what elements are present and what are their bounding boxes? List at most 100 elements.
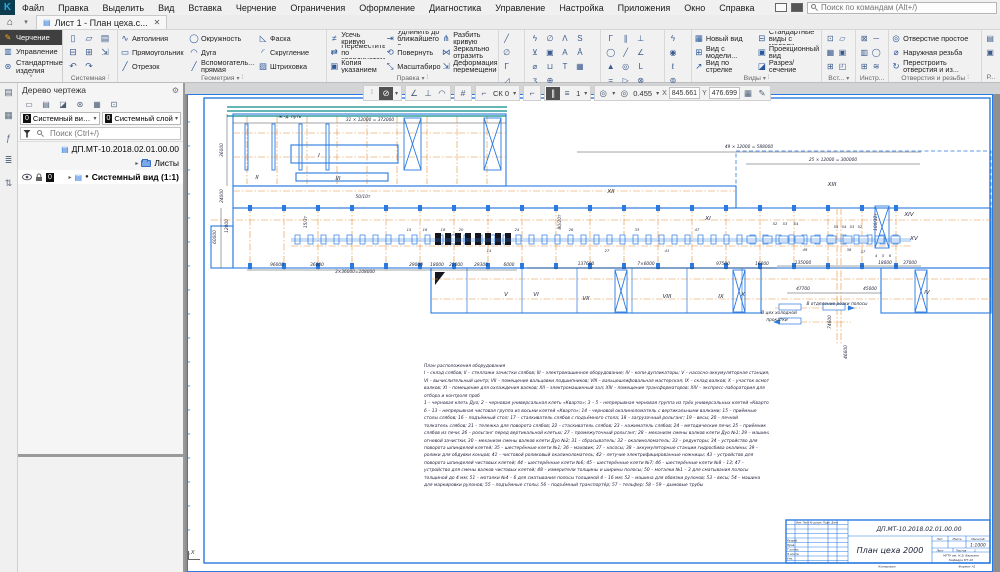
ribbon-button[interactable]: ◎Отверстие простое bbox=[891, 31, 981, 45]
menu-item[interactable]: Черчение bbox=[229, 1, 284, 15]
app-logo-icon[interactable]: K bbox=[0, 0, 15, 15]
ribbon-button[interactable]: ◠Дуга bbox=[189, 45, 258, 59]
zoom-tool-icon[interactable]: ◎ bbox=[596, 87, 610, 100]
tool-icon[interactable]: ⊠ bbox=[858, 31, 870, 45]
ribbon-button[interactable]: ⊟Стандартные виды с модели... bbox=[757, 31, 820, 45]
tool-icon[interactable]: ◉ bbox=[667, 45, 679, 59]
tool-icon[interactable]: ◎ bbox=[618, 59, 633, 73]
document-tab[interactable]: ▤ Лист 1 - План цеха.c... ✕ bbox=[36, 15, 167, 29]
style-palette-icon[interactable]: ▦ bbox=[741, 87, 755, 100]
tool-icon[interactable]: ⊥ bbox=[633, 31, 648, 45]
menu-item[interactable]: Диагностика bbox=[422, 1, 488, 15]
tool-icon[interactable]: ∅ bbox=[542, 31, 557, 45]
tool-icon[interactable]: ⊞ bbox=[824, 59, 836, 73]
eye-icon[interactable] bbox=[22, 173, 32, 181]
tool-icon[interactable]: ─ bbox=[870, 31, 882, 45]
ribbon-button[interactable]: ⌀Наружная резьба bbox=[891, 45, 981, 59]
coordinate-system-selector[interactable]: ⌐ СК 0 ▾ bbox=[475, 85, 520, 101]
chevron-down-icon[interactable]: ▾ bbox=[763, 75, 766, 82]
tool-icon[interactable]: Ā bbox=[572, 45, 587, 59]
menu-item[interactable]: Вставка bbox=[181, 1, 228, 15]
tool-icon[interactable]: T bbox=[557, 59, 572, 73]
ribbon-tab-standard-parts[interactable]: ⊛ Стандартные изделия bbox=[0, 59, 62, 74]
filter-icon[interactable] bbox=[23, 130, 31, 138]
close-icon[interactable]: ✕ bbox=[154, 18, 161, 27]
panel-icon[interactable]: ▦ bbox=[4, 110, 13, 121]
tool-icon[interactable]: ⌀ bbox=[527, 59, 542, 73]
menu-item[interactable]: Управление bbox=[488, 1, 552, 15]
panel-tool-icon[interactable]: ◪ bbox=[56, 100, 70, 109]
tool-icon[interactable]: ↶ bbox=[65, 59, 81, 73]
corner-mode-icon[interactable]: ⌐ bbox=[525, 87, 539, 100]
ribbon-button[interactable]: ⇲Деформация перемещением bbox=[441, 59, 497, 73]
ribbon-button[interactable]: ∿Автолиния bbox=[120, 31, 189, 45]
ribbon-button[interactable]: ≠Усечь кривую bbox=[329, 31, 385, 45]
panel-tool-icon[interactable]: ⊛ bbox=[73, 100, 87, 109]
ribbon-button[interactable]: ▨Штриховка bbox=[258, 59, 327, 73]
lock-icon[interactable] bbox=[35, 173, 43, 182]
tool-icon[interactable]: ⊡ bbox=[824, 31, 836, 45]
tool-icon[interactable]: ⊞ bbox=[858, 59, 870, 73]
tool-icon[interactable]: Γ bbox=[501, 59, 513, 73]
drawing-sheet[interactable]: ж.-д. путь31 × 12000 = 37200049 × 12000 … bbox=[187, 94, 993, 572]
ribbon-button[interactable]: ⟲Повернуть bbox=[385, 45, 441, 59]
ribbon-tab-drawing[interactable]: ✎ Черчение bbox=[0, 30, 62, 45]
tool-icon[interactable]: ▯ bbox=[65, 31, 81, 45]
snap-toggle-icon[interactable]: ⊘ bbox=[379, 87, 393, 100]
menu-item[interactable]: Настройка bbox=[552, 1, 610, 15]
drag-handle-icon[interactable]: ⁞ bbox=[365, 87, 379, 100]
tool-icon[interactable]: ℓ bbox=[667, 59, 679, 73]
panel-icon[interactable]: ⇅ bbox=[5, 178, 13, 189]
tool-icon[interactable]: ◰ bbox=[836, 59, 848, 73]
tool-icon[interactable]: ⊔ bbox=[542, 59, 557, 73]
tool-icon[interactable]: ↷ bbox=[81, 59, 97, 73]
pen-style-icon[interactable]: ✎ bbox=[755, 87, 769, 100]
tree-item-sheets[interactable]: ▸ Листы bbox=[18, 156, 183, 170]
menu-item[interactable]: Справка bbox=[712, 1, 761, 15]
ribbon-button[interactable]: ▭Прямоугольник bbox=[120, 45, 189, 59]
layer-selector[interactable]: 0 Системный слой ▾ bbox=[102, 112, 182, 125]
tool-icon[interactable]: ∠ bbox=[633, 45, 648, 59]
group-options-icon[interactable]: ⁞ bbox=[427, 75, 429, 81]
tool-icon[interactable]: ▲ bbox=[603, 59, 618, 73]
ribbon-button[interactable]: ⋈Зеркально отразить bbox=[441, 45, 497, 59]
tool-icon[interactable]: ▱ bbox=[81, 31, 97, 45]
tool-icon[interactable]: ╱ bbox=[501, 31, 513, 45]
panel-tool-icon[interactable]: ⊡ bbox=[107, 100, 121, 109]
display-settings-icon[interactable] bbox=[791, 3, 803, 12]
tool-icon[interactable]: ∥ bbox=[618, 31, 633, 45]
group-options-icon[interactable]: ⁞ bbox=[967, 75, 969, 81]
tree-item-document[interactable]: ▤ ДП.МТ-10.2018.02.01.00.00 bbox=[18, 142, 183, 156]
ribbon-button[interactable]: ◺Фаска bbox=[258, 31, 327, 45]
chevron-down-icon[interactable]: ▾ bbox=[846, 75, 849, 82]
chevron-down-icon[interactable]: ▾ bbox=[422, 75, 425, 82]
ribbon-button[interactable]: ╱Вспомогатель... прямая bbox=[189, 59, 258, 73]
tool-icon[interactable]: ▱ bbox=[836, 31, 848, 45]
expand-caret-icon[interactable]: ▸ bbox=[135, 160, 138, 167]
chevron-down-icon[interactable]: ▾ bbox=[610, 90, 617, 97]
home-dropdown-icon[interactable]: ▾ bbox=[20, 15, 32, 29]
gear-icon[interactable]: ⚙ bbox=[172, 86, 179, 95]
tool-icon[interactable]: ≋ bbox=[870, 59, 882, 73]
ortho-mode-icon[interactable]: ∥ bbox=[546, 87, 560, 100]
tool-icon[interactable]: ▣ bbox=[984, 45, 996, 59]
tool-icon[interactable]: Γ bbox=[603, 31, 618, 45]
tree-item-system-view[interactable]: 0 ▸ ▤ ● Системный вид (1:1) bbox=[18, 170, 183, 184]
menu-item[interactable]: Приложения bbox=[611, 1, 678, 15]
expand-caret-icon[interactable]: ▸ bbox=[69, 174, 72, 181]
tool-icon[interactable]: ╱ bbox=[618, 45, 633, 59]
tool-icon[interactable]: ▣ bbox=[542, 45, 557, 59]
tree-search[interactable] bbox=[20, 127, 181, 140]
ribbon-button[interactable]: ▣Копия указанием bbox=[329, 59, 385, 73]
tool-icon[interactable]: L bbox=[633, 59, 648, 73]
tool-icon[interactable]: A bbox=[557, 45, 572, 59]
group-options-icon[interactable]: ⁞ bbox=[241, 75, 243, 81]
chevron-down-icon[interactable]: ▾ bbox=[236, 75, 239, 82]
chevron-down-icon[interactable]: ▾ bbox=[511, 90, 518, 97]
menu-item[interactable]: Выделить bbox=[96, 1, 152, 15]
chevron-down-icon[interactable]: ▾ bbox=[654, 90, 661, 97]
tool-icon[interactable]: ⇲ bbox=[97, 45, 113, 59]
group-options-icon[interactable]: ⁞ bbox=[108, 75, 110, 81]
ribbon-button[interactable]: ⤡Масштабиров... bbox=[385, 59, 441, 73]
tool-icon[interactable]: ▦ bbox=[824, 45, 836, 59]
